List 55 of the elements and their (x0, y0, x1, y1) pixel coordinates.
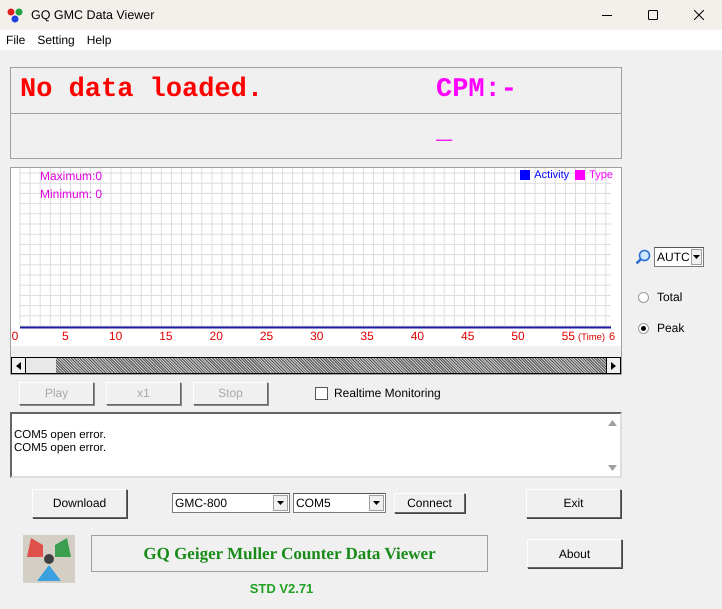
radio-label: Peak (657, 321, 684, 335)
axis-label: 0 (12, 329, 18, 343)
radio-button[interactable] (638, 292, 649, 302)
axis-label: 25 (260, 329, 274, 343)
app-icon (7, 7, 23, 23)
exit-button[interactable]: Exit (526, 488, 621, 518)
radio-label: Total (657, 290, 682, 304)
axis-label: 6 (609, 331, 616, 343)
scrollbar-thumb[interactable] (26, 358, 56, 373)
connect-button[interactable]: Connect (394, 493, 465, 513)
axis-title: (Time) (578, 332, 606, 343)
axis-label: 35 (360, 329, 374, 343)
maximum-label: Maximum:0 (40, 168, 102, 185)
menu-item[interactable]: Setting (31, 33, 81, 47)
close-icon[interactable] (694, 10, 704, 20)
up-arrow-icon[interactable] (608, 420, 617, 426)
window-title: GQ GMC Data Viewer (31, 8, 156, 22)
menu-item[interactable]: File (0, 33, 32, 47)
menu-item[interactable]: Help (80, 33, 118, 47)
log-line: COM5 open error. (14, 442, 108, 455)
download-button[interactable]: Download (32, 488, 127, 518)
legend-label: Activity (534, 169, 570, 181)
cpm-value: _ (436, 118, 452, 145)
axis-label: 40 (410, 329, 424, 343)
zoom-dropdown[interactable]: AUTC (654, 247, 704, 267)
left-arrow-icon[interactable] (16, 362, 21, 370)
cpm-label: CPM:- (436, 75, 518, 106)
checkbox[interactable] (315, 386, 328, 400)
logo-icon (23, 535, 75, 583)
status-message: No data loaded. (20, 75, 264, 106)
axis-label: 45 (461, 329, 474, 343)
about-button[interactable]: About (527, 539, 622, 568)
axis-label: 50 (511, 329, 525, 343)
axis-label: 5 (62, 329, 69, 343)
dropdown[interactable]: GMC-800 (172, 493, 290, 513)
banner: GQ Geiger Muller Counter Data Viewer (91, 535, 488, 572)
right-arrow-icon[interactable] (611, 362, 616, 370)
axis-label: 55 (562, 329, 575, 343)
dropdown[interactable]: COM5 (293, 493, 386, 513)
minimum-label: Minimum: 0 (40, 186, 102, 203)
dropdown-arrow-icon[interactable] (277, 501, 284, 505)
search-icon[interactable] (635, 249, 651, 265)
dropdown-arrow-icon[interactable] (692, 255, 700, 259)
axis-label: 30 (310, 329, 324, 343)
maximize-icon[interactable] (648, 10, 658, 20)
checkbox-label: Realtime Monitoring (334, 386, 441, 400)
axis-label: 10 (108, 329, 122, 343)
log-line: COM5 open error. (14, 429, 108, 442)
radio-button[interactable] (638, 322, 649, 334)
down-arrow-icon[interactable] (608, 465, 617, 471)
dropdown-arrow-icon[interactable] (373, 501, 380, 505)
legend-label: Type (589, 169, 613, 181)
axis-label: 20 (210, 329, 223, 343)
version-label: STD V2.71 (250, 581, 314, 596)
axis-label: 15 (159, 329, 173, 343)
